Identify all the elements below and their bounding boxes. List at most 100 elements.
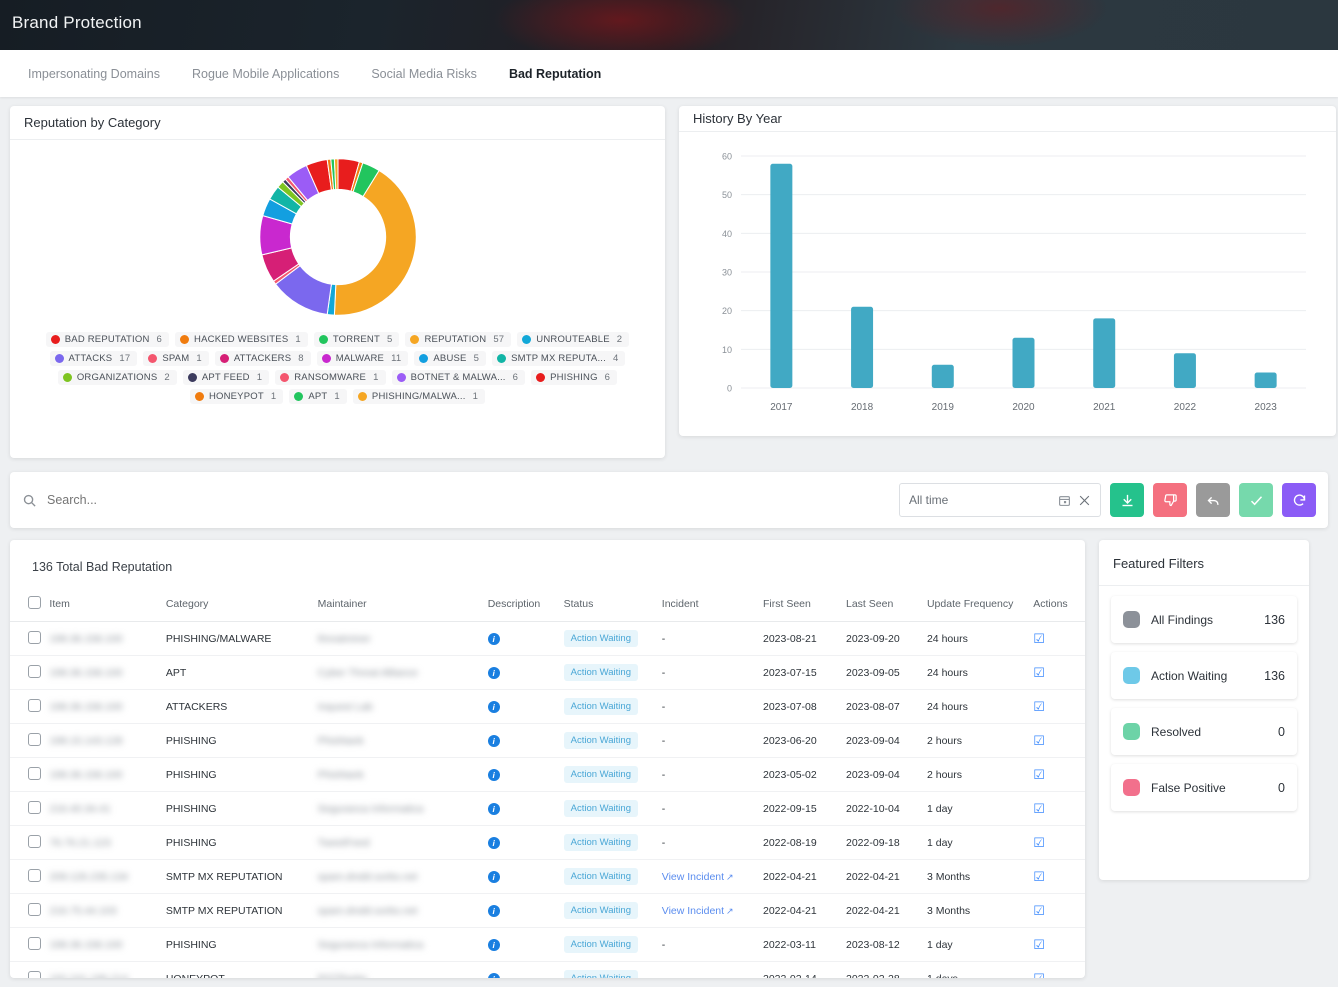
row-action-checkbox-icon[interactable]: ☑ (1033, 733, 1045, 748)
bar[interactable] (770, 163, 793, 388)
bar[interactable] (1093, 318, 1116, 388)
table-row[interactable]: 199.36.158.100 PHISHING Seguranca Informat… (10, 927, 1085, 962)
column-header-actions[interactable]: Actions (1029, 590, 1085, 622)
row-action-checkbox-icon[interactable]: ☑ (1033, 767, 1045, 782)
info-icon[interactable]: i (487, 734, 500, 747)
legend-item[interactable]: PHISHING 6 (531, 370, 618, 385)
column-header-last-seen[interactable]: Last Seen (842, 590, 923, 622)
table-row[interactable]: 199.36.158.100 PHISHING/MALWARE threatmine… (10, 621, 1085, 656)
info-icon[interactable]: i (487, 802, 500, 815)
table-row[interactable]: 199.15.143.128 PHISHING Phishtank i Action W… (10, 723, 1085, 758)
featured-filter-action-waiting[interactable]: Action Waiting 136 (1111, 652, 1297, 699)
row-action-checkbox-icon[interactable]: ☑ (1033, 801, 1045, 816)
table-row[interactable]: 209.126.235.134 SMTP MX REPUTATION spam.dn… (10, 859, 1085, 894)
row-checkbox[interactable] (28, 834, 41, 848)
column-header-update-frequency[interactable]: Update Frequency (922, 590, 1030, 622)
legend-item[interactable]: REPUTATION 57 (405, 332, 512, 347)
column-header-category[interactable]: Category (161, 590, 314, 622)
row-action-checkbox-icon[interactable]: ☑ (1033, 631, 1045, 646)
legend-item[interactable]: ABUSE 5 (414, 351, 487, 366)
legend-item[interactable]: RANSOMWARE 1 (275, 370, 386, 385)
bar[interactable] (1012, 337, 1035, 388)
donut-slice[interactable] (333, 169, 417, 316)
bar[interactable] (851, 306, 874, 388)
info-icon[interactable]: i (487, 938, 500, 951)
row-checkbox[interactable] (28, 630, 41, 644)
column-header-status[interactable]: Status (559, 590, 658, 622)
false-positive-button[interactable] (1153, 483, 1187, 517)
column-header-item[interactable]: Item (45, 590, 162, 622)
column-header-description[interactable]: Description (483, 590, 560, 622)
info-icon[interactable]: i (487, 836, 500, 849)
search-input[interactable] (47, 493, 327, 507)
view-incident-link[interactable]: View Incident ↗ (662, 871, 734, 883)
legend-item[interactable]: HONEYPOT 1 (189, 389, 284, 404)
legend-item[interactable]: ORGANIZATIONS 2 (57, 370, 177, 385)
table-row[interactable]: 199.36.158.100 ATTACKERS Inquest Lab i Actio… (10, 689, 1085, 724)
date-range-field[interactable]: All time (899, 483, 1101, 517)
column-header-first-seen[interactable]: First Seen (759, 590, 842, 622)
info-icon[interactable]: i (487, 972, 500, 978)
info-icon[interactable]: i (487, 632, 500, 645)
featured-filter-all-findings[interactable]: All Findings 136 (1111, 596, 1297, 643)
legend-item[interactable]: APT 1 (289, 389, 347, 404)
row-checkbox[interactable] (28, 732, 41, 746)
info-icon[interactable]: i (487, 768, 500, 781)
legend-item[interactable]: BAD REPUTATION 6 (45, 332, 170, 347)
legend-item[interactable]: PHISHING/MALWA... 1 (352, 389, 486, 404)
row-action-checkbox-icon[interactable]: ☑ (1033, 903, 1045, 918)
row-checkbox[interactable] (28, 902, 41, 916)
row-action-checkbox-icon[interactable]: ☑ (1033, 699, 1045, 714)
bar[interactable] (931, 364, 954, 388)
column-header-incident[interactable]: Incident (657, 590, 759, 622)
refresh-button[interactable] (1282, 483, 1316, 517)
tab-rogue-mobile-applications[interactable]: Rogue Mobile Applications (176, 50, 355, 97)
calendar-icon[interactable] (1058, 494, 1071, 507)
row-checkbox[interactable] (28, 664, 41, 678)
clear-date-icon[interactable] (1078, 494, 1091, 507)
undo-button[interactable] (1196, 483, 1230, 517)
info-icon[interactable]: i (487, 870, 500, 883)
select-all-checkbox[interactable] (28, 596, 41, 609)
info-icon[interactable]: i (487, 700, 500, 713)
info-icon[interactable]: i (487, 904, 500, 917)
row-action-checkbox-icon[interactable]: ☑ (1033, 869, 1045, 884)
legend-item[interactable]: TORRENT 5 (313, 332, 400, 347)
legend-item[interactable]: ATTACKERS 8 (214, 351, 311, 366)
row-action-checkbox-icon[interactable]: ☑ (1033, 971, 1045, 979)
view-incident-link[interactable]: View Incident ↗ (662, 905, 734, 917)
legend-item[interactable]: SPAM 1 (143, 351, 209, 366)
bar[interactable] (1254, 372, 1277, 388)
row-checkbox[interactable] (28, 766, 41, 780)
search-box[interactable] (22, 493, 327, 508)
featured-filter-false-positive[interactable]: False Positive 0 (1111, 764, 1297, 811)
featured-filter-resolved[interactable]: Resolved 0 (1111, 708, 1297, 755)
tab-social-media-risks[interactable]: Social Media Risks (355, 50, 493, 97)
row-checkbox[interactable] (28, 800, 41, 814)
table-row[interactable]: 199.36.158.100 APT Cyber Threat Alliance i A… (10, 655, 1085, 690)
tab-bad-reputation[interactable]: Bad Reputation (493, 50, 617, 97)
download-button[interactable] (1110, 483, 1144, 517)
row-action-checkbox-icon[interactable]: ☑ (1033, 665, 1045, 680)
row-action-checkbox-icon[interactable]: ☑ (1033, 937, 1045, 952)
legend-item[interactable]: UNROUTEABLE 2 (517, 332, 630, 347)
column-header-maintainer[interactable]: Maintainer (313, 590, 484, 622)
table-row[interactable]: 216.75.44.103 SMTP MX REPUTATION spam.dnsb… (10, 893, 1085, 928)
legend-item[interactable]: SMTP MX REPUTA... 4 (492, 351, 626, 366)
row-checkbox[interactable] (28, 936, 41, 950)
row-action-checkbox-icon[interactable]: ☑ (1033, 835, 1045, 850)
info-icon[interactable]: i (487, 666, 500, 679)
row-checkbox[interactable] (28, 698, 41, 712)
tab-impersonating-domains[interactable]: Impersonating Domains (12, 50, 176, 97)
legend-item[interactable]: BOTNET & MALWA... 6 (391, 370, 526, 385)
bar[interactable] (1173, 353, 1196, 388)
table-row[interactable]: 76.76.21.123 PHISHING TweetFeed i Action Wai… (10, 825, 1085, 860)
resolve-button[interactable] (1239, 483, 1273, 517)
legend-item[interactable]: ATTACKS 17 (49, 351, 138, 366)
table-row[interactable]: 199.36.158.100 PHISHING Phishtank i Action W… (10, 757, 1085, 792)
legend-item[interactable]: APT FEED 1 (182, 370, 270, 385)
legend-item[interactable]: MALWARE 11 (316, 351, 409, 366)
legend-item[interactable]: HACKED WEBSITES 1 (175, 332, 308, 347)
table-row[interactable]: 216.40.34.41 PHISHING Seguranca Informatic… (10, 791, 1085, 826)
row-checkbox[interactable] (28, 868, 41, 882)
